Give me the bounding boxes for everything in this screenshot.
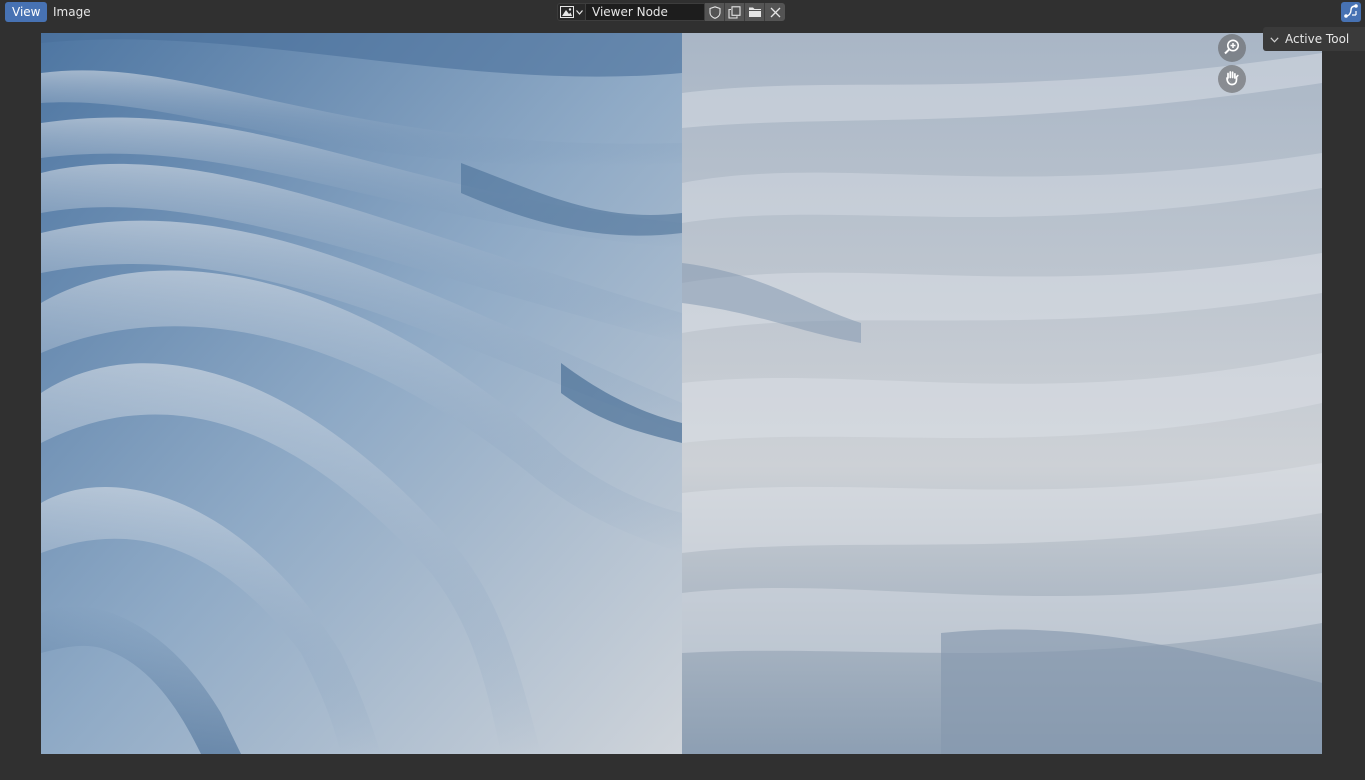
open-image-button[interactable] bbox=[745, 3, 765, 21]
pan-navigation-button[interactable] bbox=[1218, 65, 1246, 93]
gizmo-icon bbox=[1343, 3, 1359, 22]
image-datablock-selector: Viewer Node bbox=[557, 3, 785, 21]
view-menu[interactable]: View bbox=[5, 2, 48, 22]
new-image-button[interactable] bbox=[725, 3, 745, 21]
active-tool-panel-header[interactable]: Active Tool bbox=[1263, 27, 1365, 51]
browse-image-button[interactable] bbox=[557, 3, 586, 21]
duplicate-image-icon bbox=[728, 5, 741, 19]
image-icon bbox=[560, 6, 574, 18]
fake-user-shield-icon bbox=[708, 5, 721, 19]
active-tool-label: Active Tool bbox=[1285, 32, 1350, 46]
hand-pan-icon bbox=[1223, 69, 1241, 90]
image-viewport[interactable] bbox=[41, 33, 1322, 754]
gizmo-toggle-button[interactable] bbox=[1341, 2, 1361, 22]
zoom-navigation-button[interactable] bbox=[1218, 34, 1246, 62]
close-x-icon bbox=[770, 7, 781, 18]
unlink-image-button[interactable] bbox=[765, 3, 785, 21]
open-folder-icon bbox=[748, 6, 762, 18]
viewer-node-render bbox=[41, 33, 1322, 754]
image-editor-header: View Image Viewer Node bbox=[0, 0, 1365, 24]
fake-user-button[interactable] bbox=[705, 3, 725, 21]
chevron-down-icon bbox=[1270, 32, 1279, 46]
chevron-down-icon bbox=[576, 9, 583, 15]
zoom-in-icon bbox=[1223, 38, 1241, 59]
image-menu[interactable]: Image bbox=[46, 2, 98, 22]
image-name-field[interactable]: Viewer Node bbox=[586, 3, 705, 21]
